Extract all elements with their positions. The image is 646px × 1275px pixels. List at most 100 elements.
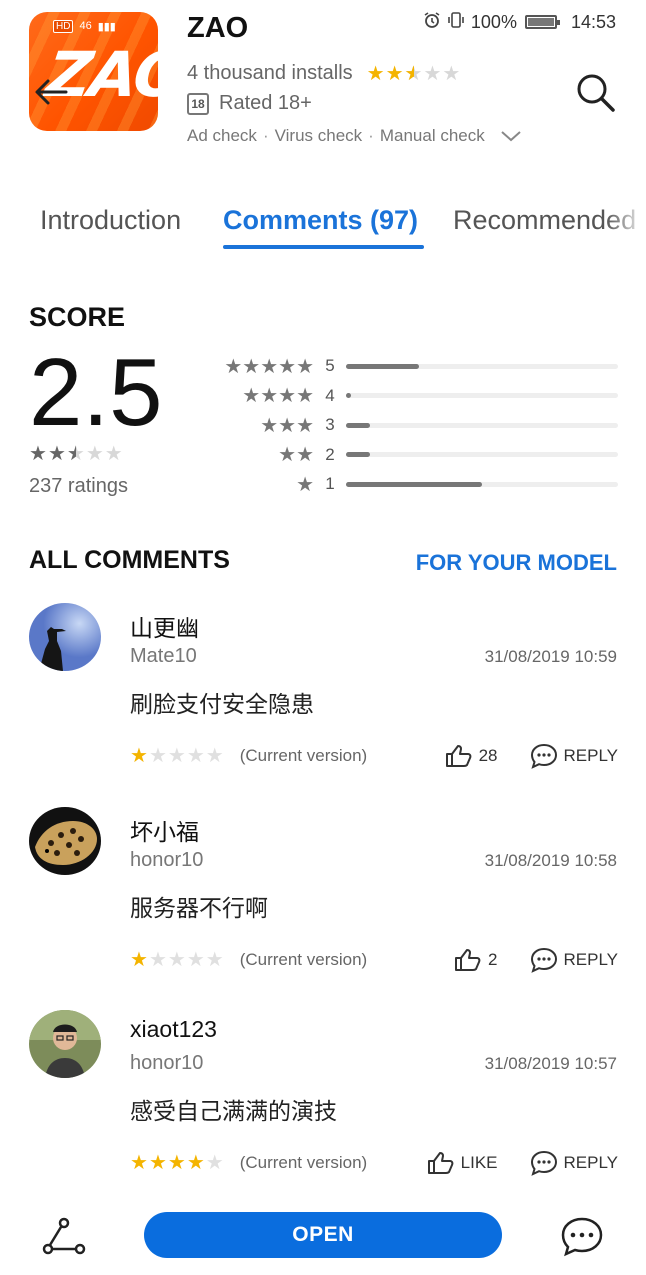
like-button[interactable]: 2 bbox=[454, 948, 498, 972]
star-empty-icon: ★ bbox=[205, 745, 224, 767]
reply-bubble-icon bbox=[530, 1150, 557, 1176]
like-button[interactable]: 28 bbox=[445, 744, 498, 768]
network-label: 46 bbox=[79, 20, 92, 32]
star-empty-icon: ★ bbox=[104, 443, 123, 465]
star-empty-icon: ★ bbox=[205, 949, 224, 971]
comment-date: 31/08/2019 10:58 bbox=[484, 851, 617, 870]
ad-check-label: Ad check bbox=[187, 126, 257, 145]
comment-device: honor10 bbox=[130, 1052, 204, 1074]
tab-bar: Introduction Comments (97) Recommended bbox=[0, 205, 646, 255]
reply-label: REPLY bbox=[563, 950, 619, 969]
comment-version: (Current version) bbox=[239, 950, 368, 969]
like-count: LIKE bbox=[460, 1153, 498, 1172]
distribution-bar-fill bbox=[346, 422, 371, 428]
score-value: 2.5 bbox=[29, 339, 163, 446]
app-header: HD 46 ▮▮▮ ZAO ZAO 4 thousand installs ★ ★… bbox=[0, 0, 646, 180]
comment-actions: 2 REPLY bbox=[454, 947, 618, 973]
half-star-icon: ★★ bbox=[66, 443, 85, 465]
thumbs-up-icon bbox=[445, 745, 471, 767]
star-empty-icon: ★ bbox=[148, 949, 167, 971]
bottom-bar: OPEN bbox=[0, 1200, 646, 1275]
reply-label: REPLY bbox=[563, 1153, 619, 1172]
comment-version: (Current version) bbox=[239, 1153, 368, 1172]
icon-mini-status: HD 46 ▮▮▮ bbox=[53, 20, 116, 33]
comment-item: 山更幽 Mate10 31/08/2019 10:59 刷脸支付安全隐患 ★ ★ ★ ★ ★ (C… bbox=[0, 603, 646, 803]
comment-author[interactable]: 坏小福 bbox=[130, 813, 199, 847]
comment-text: 刷脸支付安全隐患 bbox=[130, 691, 314, 717]
distribution-label: 4 bbox=[325, 385, 335, 405]
comment-text: 服务器不行啊 bbox=[130, 895, 268, 921]
comment-actions: LIKE REPLY bbox=[427, 1150, 618, 1176]
star-empty-icon: ★ bbox=[148, 745, 167, 767]
reply-button[interactable]: REPLY bbox=[530, 743, 618, 769]
for-your-model-filter[interactable]: FOR YOUR MODEL bbox=[416, 550, 617, 576]
star-icon: ★ bbox=[130, 949, 148, 971]
comment-author[interactable]: 山更幽 bbox=[130, 609, 199, 643]
distribution-bar bbox=[346, 363, 618, 369]
active-tab-indicator bbox=[223, 245, 424, 249]
comment-device: Mate10 bbox=[130, 645, 197, 667]
distribution-bar bbox=[346, 422, 618, 428]
comment-version: (Current version) bbox=[239, 746, 368, 765]
tab-introduction[interactable]: Introduction bbox=[40, 205, 181, 236]
distribution-stars-icon: ★★ bbox=[278, 444, 314, 466]
star-icon: ★ bbox=[186, 1152, 205, 1174]
reply-button[interactable]: REPLY bbox=[530, 947, 619, 973]
distribution-stars-icon: ★★★★ bbox=[242, 385, 314, 407]
comment-button[interactable] bbox=[558, 1215, 606, 1259]
star-empty-icon: ★ bbox=[167, 949, 186, 971]
search-icon bbox=[577, 74, 615, 112]
virus-check-label: Virus check bbox=[274, 126, 363, 145]
distribution-label: 3 bbox=[325, 415, 335, 434]
comment-text: 感受自己满满的演技 bbox=[130, 1098, 337, 1124]
half-star-icon: ★★ bbox=[404, 62, 423, 85]
install-count: 4 thousand installs bbox=[187, 62, 353, 84]
thumbs-up-icon bbox=[455, 949, 481, 971]
star-icon: ★ bbox=[167, 1152, 186, 1174]
star-icon: ★ bbox=[47, 443, 66, 465]
security-checks[interactable]: Ad check · Virus check · Manual check bbox=[187, 126, 523, 146]
comment-item: 坏小福 honor10 31/08/2019 10:58 服务器不行啊 ★ ★ ★ ★ ★ (Cu… bbox=[0, 807, 646, 1007]
comment-footer: ★ ★ ★ ★ ★ (Current version) 2 REPLY bbox=[130, 945, 618, 975]
tab-comments[interactable]: Comments (97) bbox=[223, 205, 418, 236]
leopard-avatar[interactable] bbox=[29, 807, 101, 875]
chevron-down-icon bbox=[501, 131, 521, 142]
reply-button[interactable]: REPLY bbox=[530, 1150, 619, 1176]
distribution-row: ★★ 2 bbox=[200, 443, 620, 467]
like-count: 2 bbox=[488, 950, 498, 969]
comment-footer: ★ ★ ★ ★ ★ (Current version) 28 REPLY bbox=[130, 741, 618, 771]
back-button[interactable] bbox=[32, 72, 72, 112]
reply-bubble-icon bbox=[530, 947, 557, 973]
distribution-row: ★★★★ 4 bbox=[200, 384, 620, 408]
silhouette-avatar[interactable] bbox=[29, 603, 101, 671]
person-avatar[interactable] bbox=[29, 1010, 101, 1078]
manual-check-label: Manual check bbox=[379, 126, 485, 145]
signal-icon: ▮▮▮ bbox=[97, 21, 116, 33]
comment-date: 31/08/2019 10:59 bbox=[484, 647, 617, 666]
like-button[interactable]: LIKE bbox=[427, 1151, 498, 1175]
app-name: ZAO bbox=[187, 12, 249, 44]
comment-device: honor10 bbox=[130, 849, 204, 871]
open-button[interactable]: OPEN bbox=[144, 1212, 502, 1258]
chat-bubble-icon bbox=[561, 1217, 603, 1257]
share-icon bbox=[42, 1217, 86, 1255]
star-empty-icon: ★ bbox=[205, 1152, 224, 1174]
comment-author[interactable]: xiaot123 bbox=[130, 1016, 217, 1043]
ratings-count: 237 ratings bbox=[29, 475, 128, 497]
comment-actions: 28 REPLY bbox=[445, 743, 618, 769]
comment-rating-stars: ★ ★ ★ ★ ★ bbox=[130, 1153, 224, 1173]
score-stars: ★★★★★★ bbox=[29, 444, 123, 465]
distribution-stars-icon: ★★★ bbox=[260, 414, 314, 437]
thumbs-up-icon bbox=[427, 1152, 454, 1174]
comment-rating-stars: ★ ★ ★ ★ ★ bbox=[130, 950, 224, 970]
star-icon: ★ bbox=[130, 1152, 148, 1174]
app-stats: 4 thousand installs ★★★★★★ bbox=[187, 62, 460, 85]
share-button[interactable] bbox=[40, 1215, 88, 1259]
comment-footer: ★ ★ ★ ★ ★ (Current version) LIKE REPLY bbox=[130, 1148, 618, 1178]
star-empty-icon: ★ bbox=[423, 62, 442, 85]
search-button[interactable] bbox=[572, 70, 618, 116]
star-icon: ★ bbox=[366, 62, 385, 85]
star-empty-icon: ★ bbox=[442, 62, 461, 85]
like-count: 28 bbox=[478, 746, 498, 765]
distribution-row: ★★★★★ 5 bbox=[200, 354, 620, 378]
